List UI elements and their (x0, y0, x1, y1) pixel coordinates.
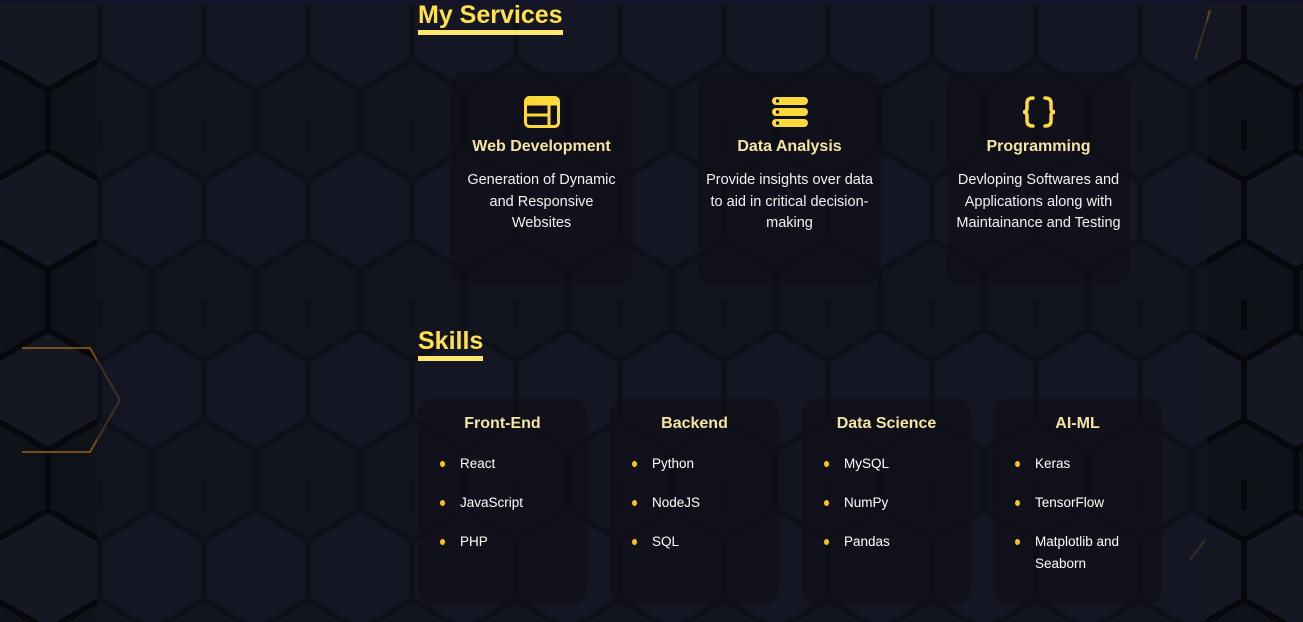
skill-card-front-end: Front-End React JavaScript PHP (418, 398, 587, 605)
skill-list: MySQL NumPy Pandas (802, 453, 971, 553)
skill-card-ai-ml: AI-ML Keras TensorFlow Matplotlib and Se… (993, 398, 1162, 605)
skill-group-title: Backend (661, 415, 728, 432)
skill-item: Pandas (824, 531, 971, 553)
skill-item: NumPy (824, 492, 971, 514)
skill-item: Python (632, 453, 779, 475)
top-bar (0, 0, 1303, 5)
service-title: Programming (986, 138, 1091, 155)
service-card-data-analysis: Data Analysis Provide insights over data… (698, 72, 881, 285)
service-description: Generation of Dynamic and Responsive Web… (467, 172, 616, 231)
browser-window-icon (523, 96, 560, 128)
service-description: Devloping Softwares and Applications alo… (956, 172, 1121, 231)
skill-item: MySQL (824, 453, 971, 475)
skill-list: React JavaScript PHP (418, 453, 587, 553)
service-description: Provide insights over data to aid in cri… (706, 172, 873, 231)
service-title: Web Development (472, 138, 611, 155)
skill-card-backend: Backend Python NodeJS SQL (610, 398, 779, 605)
server-stack-icon (771, 97, 808, 127)
skills-heading: Skills (418, 327, 483, 361)
skill-item: Matplotlib and Seaborn (1015, 531, 1148, 575)
skill-item: PHP (440, 531, 587, 553)
skill-card-data-science: Data Science MySQL NumPy Pandas (802, 398, 971, 605)
skill-item: TensorFlow (1015, 492, 1148, 514)
service-title: Data Analysis (737, 138, 842, 155)
skill-item: Keras (1015, 453, 1148, 475)
skill-item: JavaScript (440, 492, 587, 514)
skill-item: NodeJS (632, 492, 779, 514)
skill-list: Python NodeJS SQL (610, 453, 779, 553)
service-card-programming: Programming Devloping Softwares and Appl… (947, 72, 1130, 285)
skill-item: SQL (632, 531, 779, 553)
curly-braces-icon (1022, 96, 1055, 128)
skill-group-title: AI-ML (1055, 415, 1100, 432)
skill-list: Keras TensorFlow Matplotlib and Seaborn (993, 453, 1162, 575)
skill-group-title: Front-End (464, 415, 541, 432)
skill-item: React (440, 453, 587, 475)
service-card-web-development: Web Development Generation of Dynamic an… (450, 72, 633, 285)
skill-group-title: Data Science (836, 415, 937, 432)
services-heading: My Services (418, 1, 563, 35)
